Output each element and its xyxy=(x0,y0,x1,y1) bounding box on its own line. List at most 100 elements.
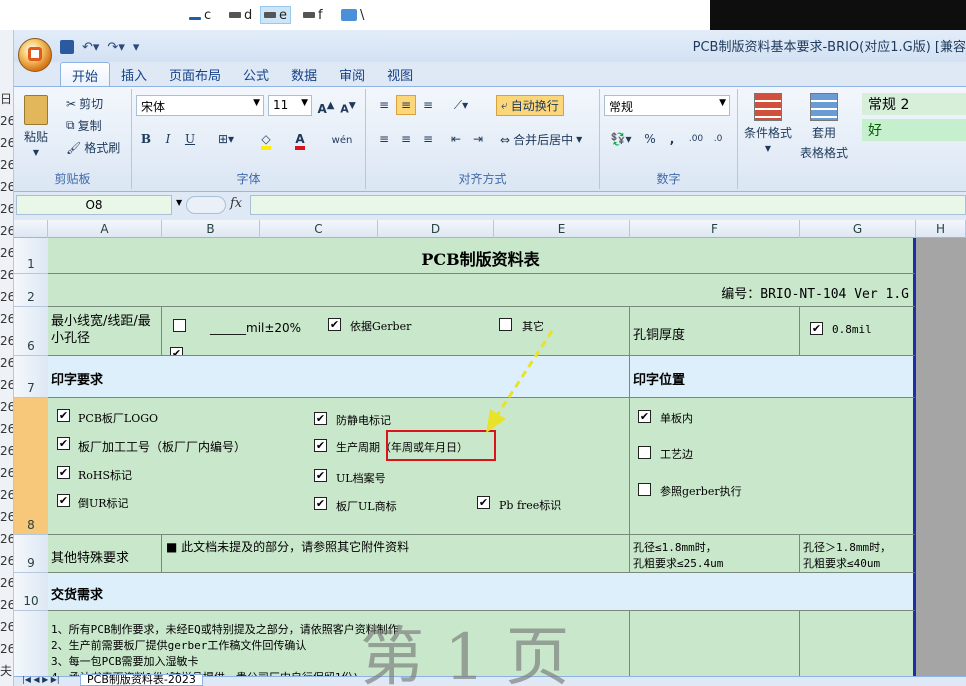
format-painter-button[interactable]: 🖌 格式刷 xyxy=(66,139,120,156)
tab-home[interactable]: 开始 xyxy=(60,62,111,86)
tab-review[interactable]: 审阅 xyxy=(328,62,376,86)
select-all-corner[interactable] xyxy=(14,220,48,238)
drive-f[interactable]: f xyxy=(300,6,326,24)
style-normal2[interactable]: 常规 2 xyxy=(862,93,966,115)
underline-button[interactable]: U xyxy=(180,129,200,149)
copper-checkbox[interactable] xyxy=(810,322,823,335)
border-button[interactable]: ⊞▾ xyxy=(216,129,236,149)
copy-button[interactable]: ⧉ 复制 xyxy=(66,117,102,134)
sheet-tab[interactable]: PCB制版资料表-2023 xyxy=(80,674,203,686)
formula-input[interactable] xyxy=(250,195,966,215)
cell-f7[interactable]: 印字位置 xyxy=(630,356,916,398)
ul-file-checkbox[interactable] xyxy=(314,469,327,482)
sheet-nav-arrows[interactable]: |◀ ◀ ▶ ▶| xyxy=(22,675,60,684)
rohs-checkbox[interactable] xyxy=(57,466,70,479)
row-header[interactable]: 6 xyxy=(14,307,48,356)
phonetic-button[interactable]: wén xyxy=(326,129,358,149)
align-right-button[interactable]: ≡ xyxy=(418,129,438,149)
cell-f11[interactable] xyxy=(630,611,800,686)
redo-icon[interactable]: ↷▾ xyxy=(107,40,124,55)
percent-button[interactable]: % xyxy=(640,129,660,149)
customize-qat-icon[interactable]: ▾ xyxy=(133,40,140,55)
formula-bar-handle[interactable] xyxy=(186,196,226,214)
cell-g6[interactable]: 0.8mil xyxy=(800,307,916,356)
ur-checkbox[interactable] xyxy=(57,494,70,507)
save-icon[interactable] xyxy=(60,40,74,54)
in-board-checkbox[interactable] xyxy=(638,410,651,423)
column-header[interactable]: A xyxy=(48,220,162,238)
column-header[interactable]: C xyxy=(260,220,378,238)
ul-mark-checkbox[interactable] xyxy=(314,497,327,510)
cell-g9[interactable]: 孔径＞1.8mm时， 孔粗要求≤40um xyxy=(800,535,916,573)
pb-free-checkbox[interactable] xyxy=(477,496,490,509)
column-header[interactable]: E xyxy=(494,220,630,238)
column-header[interactable]: H xyxy=(916,220,966,238)
cell-b9[interactable]: ■ 此文档未提及的部分，请参照其它附件资料 xyxy=(162,535,630,573)
decrease-indent-button[interactable]: ⇤ xyxy=(446,129,466,149)
code-cell[interactable]: 编号：BRIO-NT-104 Ver 1.G xyxy=(48,274,916,307)
orientation-button[interactable]: ⟋▾ xyxy=(446,95,476,115)
increase-decimal-button[interactable]: .00 xyxy=(686,129,706,149)
column-header[interactable]: G xyxy=(800,220,916,238)
logo-checkbox[interactable] xyxy=(57,409,70,422)
font-size-select[interactable]: 11 ▼ xyxy=(268,95,312,116)
row-header[interactable]: 10 xyxy=(14,573,48,611)
undo-icon[interactable]: ↶▾ xyxy=(82,40,99,55)
fill-color-button[interactable]: ◇ xyxy=(256,129,276,150)
table-title-cell[interactable]: PCB制版资料表 xyxy=(48,238,916,274)
tab-formulas[interactable]: 公式 xyxy=(232,62,280,86)
network-drive[interactable]: \ xyxy=(338,6,367,24)
column-header[interactable]: F xyxy=(630,220,800,238)
drive-c[interactable]: c xyxy=(186,6,214,24)
comma-button[interactable]: , xyxy=(662,129,682,149)
row-header[interactable]: 9 xyxy=(14,535,48,573)
conditional-format-button[interactable]: 条件格式 ▼ xyxy=(744,93,792,153)
drive-e[interactable]: e xyxy=(260,6,291,24)
format-as-table-button[interactable]: 套用 表格格式 xyxy=(800,93,848,161)
align-top-button[interactable]: ≡ xyxy=(374,95,394,115)
insert-function-button[interactable]: fx xyxy=(230,196,242,211)
cut-button[interactable]: ✂ 剪切 xyxy=(66,95,103,112)
cell-f6[interactable]: 孔铜厚度 xyxy=(630,307,800,356)
row-header[interactable]: 2 xyxy=(14,274,48,307)
paste-button[interactable]: 粘贴 ▼ xyxy=(24,95,48,157)
cell-f8[interactable]: 单板内 工艺边 参照gerber执行 xyxy=(630,398,916,535)
gerber-pos-checkbox[interactable] xyxy=(638,483,651,496)
cell-g11[interactable] xyxy=(800,611,916,686)
cell-a6[interactable]: 最小线宽/线距/最小孔径 xyxy=(48,307,162,356)
job-no-checkbox[interactable] xyxy=(57,437,70,450)
row-header[interactable]: 1 xyxy=(14,238,48,274)
align-bottom-button[interactable]: ≡ xyxy=(418,95,438,115)
gerber-checkbox[interactable] xyxy=(328,318,341,331)
row-header[interactable]: 7 xyxy=(14,356,48,398)
name-box[interactable]: O8 xyxy=(16,195,172,215)
tab-data[interactable]: 数据 xyxy=(280,62,328,86)
wrap-text-button[interactable]: ⤶ 自动换行 xyxy=(496,95,564,116)
decrease-decimal-button[interactable]: .0 xyxy=(708,129,728,149)
merge-center-button[interactable]: ⇔ 合并后居中 ▼ xyxy=(500,131,582,148)
font-color-button[interactable]: A xyxy=(290,129,310,150)
bold-button[interactable]: B xyxy=(136,129,156,149)
grow-font-button[interactable]: A▲ xyxy=(316,95,336,116)
align-left-button[interactable]: ≡ xyxy=(374,129,394,149)
number-format-select[interactable]: 常规 ▼ xyxy=(604,95,730,116)
style-good[interactable]: 好 xyxy=(862,119,966,141)
tab-view[interactable]: 视图 xyxy=(376,62,424,86)
column-header[interactable]: D xyxy=(378,220,494,238)
row-header[interactable]: 8 xyxy=(14,398,48,535)
currency-button[interactable]: 💱▾ xyxy=(606,129,636,149)
drive-d[interactable]: d xyxy=(226,6,255,24)
chevron-down-icon[interactable]: ▼ xyxy=(176,198,182,207)
cell-f9[interactable]: 孔径≤1.8mm时， 孔粗要求≤25.4um xyxy=(630,535,800,573)
column-header[interactable]: B xyxy=(162,220,260,238)
align-center-button[interactable]: ≡ xyxy=(396,129,416,149)
mil-checkbox[interactable] xyxy=(173,319,186,332)
tab-insert[interactable]: 插入 xyxy=(110,62,158,86)
cell-a9[interactable]: 其他特殊要求 xyxy=(48,535,162,573)
increase-indent-button[interactable]: ⇥ xyxy=(468,129,488,149)
extra-checkbox[interactable] xyxy=(170,347,183,355)
esd-checkbox[interactable] xyxy=(314,412,327,425)
tab-page-layout[interactable]: 页面布局 xyxy=(158,62,232,86)
font-name-select[interactable]: 宋体 ▼ xyxy=(136,95,264,116)
shrink-font-button[interactable]: A▼ xyxy=(338,95,358,116)
